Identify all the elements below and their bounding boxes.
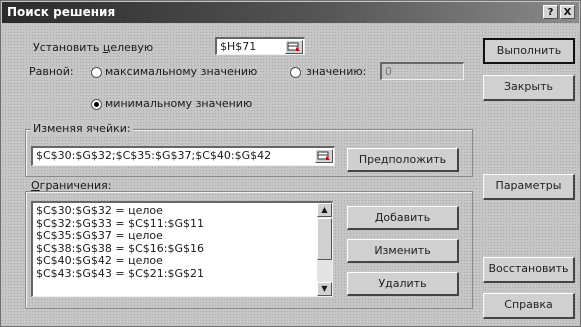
guess-button[interactable]: Предположить	[347, 148, 459, 172]
constraints-scrollbar[interactable]: ▲ ▼	[317, 203, 332, 296]
radio-value[interactable]	[290, 67, 301, 78]
add-button[interactable]: Добавить	[347, 206, 459, 230]
scroll-down-icon[interactable]: ▼	[317, 282, 332, 296]
radio-min-label: минимальному значению	[105, 97, 253, 110]
radio-max-label: максимальному значению	[105, 65, 258, 78]
guess-button-label: Предположить	[358, 153, 447, 166]
scroll-up-icon[interactable]: ▲	[317, 203, 332, 217]
close-title-button[interactable]: X	[560, 5, 575, 19]
target-label-suffix: елевую	[110, 41, 154, 54]
change-button[interactable]: Изменить	[347, 239, 459, 263]
target-cell-label: Установить целевую	[33, 41, 153, 54]
constraints-list[interactable]: $C$30:$G$32 = целое $C$32:$G$33 = $C$11:…	[31, 201, 333, 297]
help-button-label: Справка	[504, 298, 553, 311]
constraint-item[interactable]: $C$43:$G$43 = $C$21:$G$21	[33, 267, 332, 281]
value-input-text: 0	[385, 65, 392, 78]
equal-to-label: Равной:	[29, 65, 74, 78]
add-button-label: Добавить	[374, 211, 431, 224]
help-button[interactable]: Справка	[483, 293, 575, 319]
title-bar: Поиск решения ? X	[2, 2, 579, 23]
range-select-icon	[287, 42, 300, 51]
options-button[interactable]: Параметры	[483, 174, 575, 200]
constraint-item[interactable]: $C$35:$G$37 = целое	[33, 229, 332, 243]
solve-button[interactable]: Выполнить	[483, 38, 575, 64]
delete-button-label: Удалить	[378, 277, 427, 290]
target-cell-value: $H$71	[220, 40, 257, 53]
scroll-thumb[interactable]	[317, 218, 332, 260]
changing-cells-collapse-button[interactable]	[315, 149, 333, 163]
reset-button[interactable]: Восстановить	[483, 257, 575, 283]
changing-cells-value: $C$30:$G$32;$C$35:$G$37;$C$40:$G$42	[36, 149, 272, 162]
solver-dialog: Поиск решения ? X Установить целевую $H$…	[0, 0, 581, 327]
help-title-button[interactable]: ?	[543, 5, 558, 19]
changing-cells-input[interactable]: $C$30:$G$32;$C$35:$G$37;$C$40:$G$42	[31, 146, 335, 166]
close-button[interactable]: Закрыть	[483, 75, 575, 101]
target-cell-input[interactable]: $H$71	[215, 37, 305, 55]
target-label-prefix: Установить	[33, 41, 103, 54]
options-button-label: Параметры	[495, 179, 562, 192]
close-button-label: Закрыть	[504, 80, 553, 93]
reset-button-label: Восстановить	[488, 262, 569, 275]
delete-button[interactable]: Удалить	[347, 272, 459, 296]
collapse-dialog-button[interactable]	[285, 40, 303, 54]
dialog-title: Поиск решения	[7, 5, 116, 19]
change-button-label: Изменить	[374, 244, 431, 257]
radio-value-label: значению:	[306, 65, 367, 78]
radio-max[interactable]	[91, 67, 102, 78]
value-input[interactable]: 0	[380, 62, 464, 80]
constraint-item[interactable]: $C$40:$G$42 = целое	[33, 254, 332, 268]
constraint-item[interactable]: $C$30:$G$32 = целое	[33, 204, 332, 218]
changing-cells-label: Изменяя ячейки:	[31, 122, 133, 135]
radio-min[interactable]	[91, 99, 102, 110]
solve-button-label: Выполнить	[496, 44, 562, 57]
range-select-icon	[317, 151, 330, 160]
